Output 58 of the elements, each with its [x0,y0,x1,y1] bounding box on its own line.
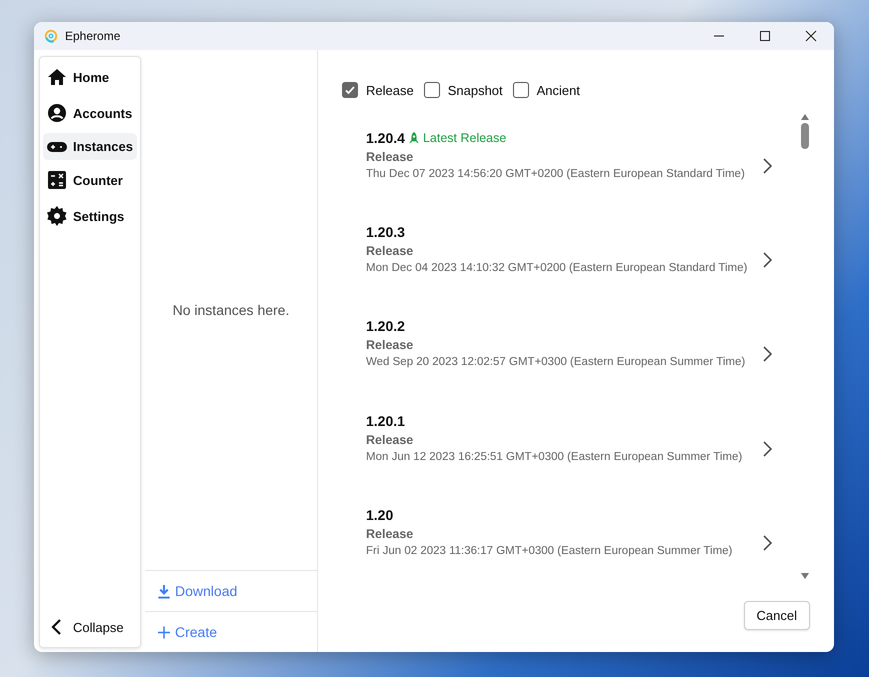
empty-message: No instances here. [172,302,290,318]
sidebar-item[interactable]: Home [43,61,137,93]
version-type: Release [366,338,414,352]
filter-checkbox[interactable]: Snapshot [424,76,503,104]
version-number: 1.20.4 [366,130,405,146]
version-type: Release [366,526,414,541]
rocket-icon [408,130,420,146]
chevron-right-icon [762,534,772,551]
calculator-icon [47,170,67,190]
checkmark-icon [344,84,356,96]
scroll-up-icon[interactable] [801,114,809,120]
checkbox[interactable] [512,82,529,98]
sidebar-item[interactable]: Accounts [43,97,137,129]
chevron-right-icon [762,346,772,362]
version-type: Release [366,150,414,164]
plus-icon [157,624,171,640]
settings-icon [47,206,67,226]
release-date: Thu Dec 07 2023 14:56:20 GMT+0200 (Eastern European Standard Time) [366,168,746,180]
version-type: Release [366,432,414,447]
chevron-right-icon [762,252,772,268]
version-item[interactable]: 1.20.1 Release Mon Jun 12 2023 16:25:51 GMT+0300 (Eastern European Summer Time) [366,412,800,507]
collapse-button[interactable]: Collapse [43,611,137,643]
sidebar-item[interactable]: Counter [43,164,137,196]
release-date: Fri Jun 02 2023 11:36:17 GMT+0300 (Eastern European Summer Time) [366,544,734,557]
app-logo-icon [44,29,58,43]
version-item[interactable]: 1.20.4 Latest Release Release Thu Dec 07 2023 14:56:20 GMT+0200 (Eastern European Standard Time) [366,130,800,224]
action-link[interactable]: Create [145,611,317,652]
sidebar-item[interactable]: Settings [43,200,137,232]
chevron-right-icon [762,440,772,457]
release-date: Mon Jun 12 2023 16:25:51 GMT+0300 (Eastern European Summer Time) [366,450,744,463]
scroll-down-icon[interactable] [801,573,809,579]
scrollbar-thumb[interactable] [801,123,809,149]
version-item[interactable]: 1.20.3 Release Mon Dec 04 2023 14:10:32 GMT+0200 (Eastern European Standard Time) [366,224,800,318]
version-number: 1.20.3 [366,224,405,240]
version-number: 1.20.1 [366,412,405,429]
sidebar-item[interactable]: Instances [43,133,137,160]
filter-checkbox[interactable]: Release [342,76,414,104]
cancel-button[interactable]: Cancel [744,601,810,630]
version-number: 1.20.2 [366,318,405,334]
account-icon [47,103,67,123]
checkbox[interactable] [424,82,440,98]
release-date: Wed Sep 20 2023 12:02:57 GMT+0300 (Eastern European Summer Time) [366,356,746,368]
action-link[interactable]: Download [145,570,317,611]
chevron-right-icon [762,158,772,174]
latest-label: Latest Release [422,131,506,145]
window-title: Epherome [65,29,120,43]
download-icon [157,584,171,598]
close-icon[interactable] [805,30,817,42]
version-item[interactable]: 1.20 Release Fri Jun 02 2023 11:36:17 GMT+0300 (Eastern European Summer Time) [366,506,800,602]
gamepad-icon [47,140,67,152]
filter-checkbox[interactable]: Ancient [512,76,580,104]
maximize-icon[interactable] [759,30,771,42]
version-number: 1.20 [366,506,394,523]
checkbox[interactable] [342,82,358,98]
home-icon [47,67,67,87]
version-type: Release [366,244,414,258]
version-item[interactable]: 1.20.2 Release Wed Sep 20 2023 12:02:57 GMT+0300 (Eastern European Summer Time) [366,318,800,413]
release-date: Mon Dec 04 2023 14:10:32 GMT+0200 (Eastern European Standard Time) [366,262,748,274]
